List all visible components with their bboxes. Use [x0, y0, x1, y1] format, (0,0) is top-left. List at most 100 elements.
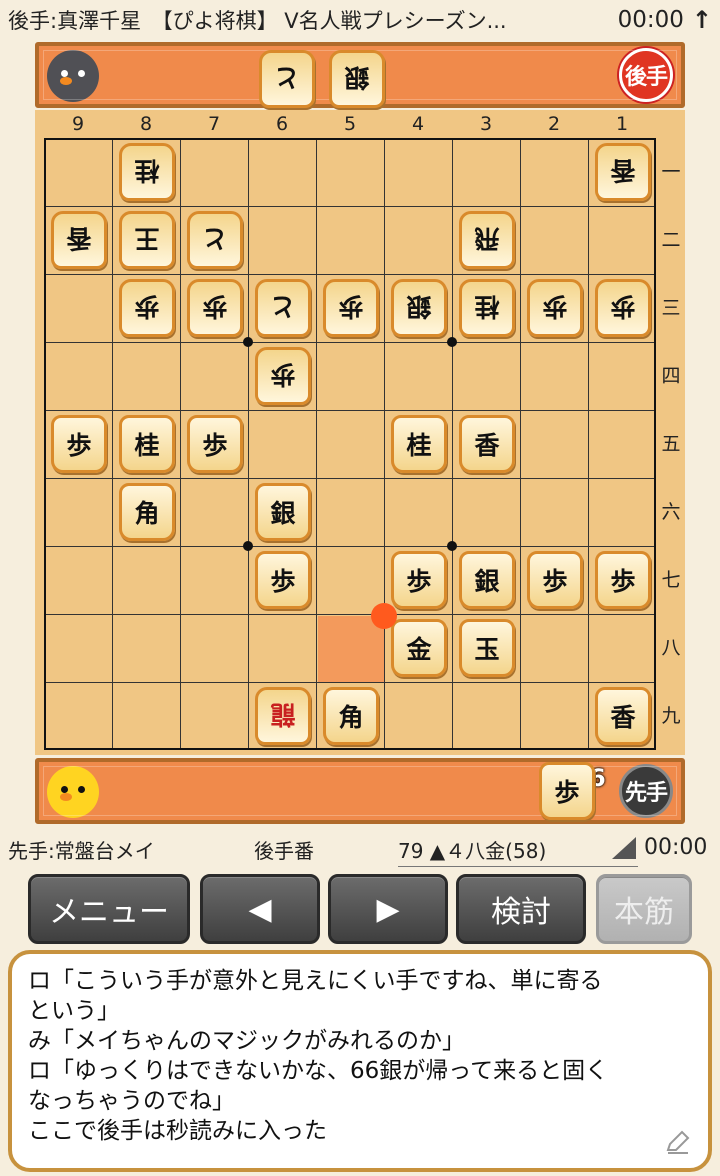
- rank-label: 五: [661, 433, 681, 455]
- piece-sente[interactable]: 歩: [527, 551, 583, 609]
- file-label: 9: [71, 113, 85, 135]
- star-point: [447, 337, 457, 347]
- piece-sente[interactable]: 玉: [459, 619, 515, 677]
- file-label: 2: [547, 113, 561, 135]
- grid-line: [112, 140, 113, 748]
- dropdown-triangle-icon[interactable]: [612, 837, 636, 859]
- piece-sente[interactable]: 香: [595, 687, 651, 745]
- status-line: 先手:常盤台メイ 後手番 79 ▲４八金(58) 00:00: [0, 825, 720, 871]
- rank-label: 七: [661, 569, 681, 591]
- piece-sente[interactable]: 角: [323, 687, 379, 745]
- piece-gote[interactable]: 王: [119, 211, 175, 269]
- grid-line: [46, 274, 654, 275]
- gote-avatar-icon: [47, 50, 99, 102]
- grid-line: [46, 682, 654, 683]
- piece-gote[interactable]: と: [187, 211, 243, 269]
- piece-sente[interactable]: 桂: [119, 415, 175, 473]
- prev-move-button[interactable]: ◀: [200, 874, 320, 944]
- last-move-from-square: [318, 616, 384, 682]
- file-label: 6: [275, 113, 289, 135]
- title-bar: 後手:真澤千星 【ぴよ将棋】 V名人戦プレシーズン... 00:00 ↑: [0, 0, 720, 40]
- comment-line: ロ「ゆっくりはできないかな、66銀が帰って来ると固く なっちゃうのでね」: [28, 1058, 609, 1114]
- sente-badge: 先手: [619, 764, 673, 818]
- piece-gote[interactable]: 歩: [187, 279, 243, 337]
- piece-sente[interactable]: 銀: [255, 483, 311, 541]
- next-move-button[interactable]: ▶: [328, 874, 448, 944]
- gote-hand-area: と銀 後手: [35, 42, 685, 108]
- rank-labels: 一二三四五六七八九: [656, 138, 686, 750]
- sente-hand-piece[interactable]: 歩: [539, 762, 595, 820]
- up-arrow-icon[interactable]: ↑: [692, 6, 712, 34]
- comment-line: み「メイちゃんのマジックがみれるのか」: [28, 1028, 465, 1054]
- rank-label: 八: [661, 637, 681, 659]
- piece-gote[interactable]: 歩: [527, 279, 583, 337]
- rank-label: 三: [661, 297, 681, 319]
- comment-line: ロ「こういう手が意外と見えにくい手ですね、単に寄る という」: [28, 968, 603, 1024]
- piece-sente[interactable]: 桂: [391, 415, 447, 473]
- grid-line: [46, 614, 654, 615]
- rank-label: 四: [661, 365, 681, 387]
- piece-gote[interactable]: 銀: [391, 279, 447, 337]
- piece-gote[interactable]: 歩: [595, 279, 651, 337]
- sente-hand-area: 歩6 先手: [35, 758, 685, 824]
- file-label: 5: [343, 113, 357, 135]
- sente-player-name: 先手:常盤台メイ: [8, 839, 155, 863]
- piece-sente[interactable]: 角: [119, 483, 175, 541]
- grid-line: [248, 140, 249, 748]
- piece-gote[interactable]: 歩: [255, 347, 311, 405]
- review-button[interactable]: 検討: [456, 874, 586, 944]
- pencil-icon[interactable]: [664, 1128, 692, 1156]
- piece-gote[interactable]: 桂: [459, 279, 515, 337]
- file-label: 3: [479, 113, 493, 135]
- piece-gote[interactable]: 香: [51, 211, 107, 269]
- piece-gote[interactable]: と: [255, 279, 311, 337]
- main-line-button: 本筋: [596, 874, 692, 944]
- piece-sente[interactable]: 金: [391, 619, 447, 677]
- piece-sente[interactable]: 歩: [255, 551, 311, 609]
- piece-gote[interactable]: 桂: [119, 143, 175, 201]
- game-title: 後手:真澤千星 【ぴよ将棋】 V名人戦プレシーズン...: [8, 9, 507, 33]
- star-point: [243, 541, 253, 551]
- last-move-marker: [371, 603, 397, 629]
- piece-sente[interactable]: 銀: [459, 551, 515, 609]
- rank-label: 二: [661, 229, 681, 251]
- grid-line: [588, 140, 589, 748]
- piece-gote[interactable]: 飛: [459, 211, 515, 269]
- gote-badge: 後手: [619, 48, 673, 102]
- comment-line: ここで後手は秒読みに入った: [28, 1118, 327, 1144]
- menu-button[interactable]: メニュー: [28, 874, 190, 944]
- rank-label: 六: [661, 501, 681, 523]
- gote-hand-piece[interactable]: と: [259, 50, 315, 108]
- rank-label: 一: [661, 161, 681, 183]
- gote-clock: 00:00: [617, 7, 684, 33]
- star-point: [447, 541, 457, 551]
- piece-gote[interactable]: 香: [595, 143, 651, 201]
- file-label: 7: [207, 113, 221, 135]
- move-record[interactable]: 79 ▲４八金(58): [398, 835, 638, 867]
- piece-gote[interactable]: 歩: [119, 279, 175, 337]
- grid-line: [46, 206, 654, 207]
- comment-box[interactable]: ロ「こういう手が意外と見えにくい手ですね、単に寄る という」 み「メイちゃんのマ…: [8, 950, 712, 1172]
- piece-sente[interactable]: 歩: [187, 415, 243, 473]
- piece-sente[interactable]: 歩: [391, 551, 447, 609]
- grid-line: [452, 140, 453, 748]
- control-buttons: メニュー ◀ ▶ 検討 本筋: [0, 874, 720, 946]
- star-point: [243, 337, 253, 347]
- grid-line: [384, 140, 385, 748]
- piece-gote[interactable]: 龍: [255, 687, 311, 745]
- sente-avatar-icon: [47, 766, 99, 818]
- board-grid[interactable]: 桂香香王と飛歩歩と歩銀桂歩歩歩歩桂歩桂香角銀歩歩銀歩歩金玉龍角香: [44, 138, 656, 750]
- grid-line: [46, 342, 654, 343]
- piece-sente[interactable]: 歩: [595, 551, 651, 609]
- piece-sente[interactable]: 歩: [51, 415, 107, 473]
- file-labels: 9 8 7 6 5 4 3 2 1: [44, 110, 656, 138]
- rank-label: 九: [661, 705, 681, 727]
- grid-line: [46, 410, 654, 411]
- grid-line: [180, 140, 181, 748]
- grid-line: [316, 140, 317, 748]
- grid-line: [46, 546, 654, 547]
- file-label: 4: [411, 113, 425, 135]
- piece-gote[interactable]: 歩: [323, 279, 379, 337]
- gote-hand-piece[interactable]: 銀: [329, 50, 385, 108]
- piece-sente[interactable]: 香: [459, 415, 515, 473]
